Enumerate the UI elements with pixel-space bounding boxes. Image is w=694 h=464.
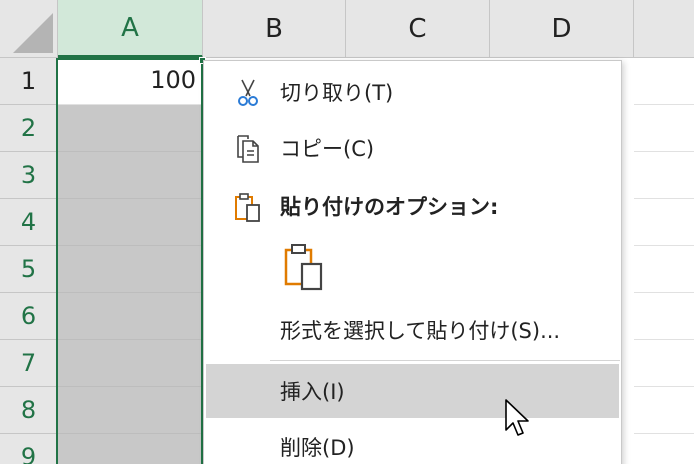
paste-option-default-button[interactable] xyxy=(282,241,328,293)
column-header-b[interactable]: B xyxy=(203,0,346,58)
select-all-button[interactable] xyxy=(0,0,58,58)
row-header-7[interactable]: 7 xyxy=(0,340,58,387)
cell-e6[interactable] xyxy=(634,293,694,340)
menu-item-insert[interactable]: 挿入(I) xyxy=(206,364,619,418)
cell-e3[interactable] xyxy=(634,152,694,199)
cell-e5[interactable] xyxy=(634,246,694,293)
cell-e4[interactable] xyxy=(634,199,694,246)
cell-a6[interactable] xyxy=(58,293,203,340)
row-header-9[interactable]: 9 xyxy=(0,434,58,464)
cell-e7[interactable] xyxy=(634,340,694,387)
column-header-c[interactable]: C xyxy=(346,0,490,58)
cell-a1[interactable]: 100 xyxy=(58,58,203,105)
mouse-pointer-icon xyxy=(505,399,529,436)
menu-item-label: 削除(D) xyxy=(280,436,355,460)
row-header-label: 6 xyxy=(20,302,37,330)
row-header-label: 2 xyxy=(20,114,37,142)
row-header-label: 1 xyxy=(20,67,37,95)
cell-value: 100 xyxy=(150,66,196,94)
row-header-label: 8 xyxy=(20,396,37,424)
scissors-icon xyxy=(238,79,258,106)
row-header-8[interactable]: 8 xyxy=(0,387,58,434)
cell-a3[interactable] xyxy=(58,152,203,199)
cell-e1[interactable] xyxy=(634,58,694,105)
column-header-label: A xyxy=(121,12,139,43)
cell-a4[interactable] xyxy=(58,199,203,246)
paste-icon xyxy=(235,193,260,222)
row-header-label: 9 xyxy=(20,443,37,464)
column-header-label: B xyxy=(265,13,283,44)
menu-item-label: 形式を選択して貼り付け(S)... xyxy=(280,319,561,343)
menu-item-paste-special[interactable]: 形式を選択して貼り付け(S)... xyxy=(206,303,619,357)
cell-e9[interactable] xyxy=(634,434,694,464)
column-header-label: C xyxy=(408,13,427,44)
row-header-label: 5 xyxy=(20,255,37,283)
menu-item-label: 挿入(I) xyxy=(280,380,345,404)
cell-e2[interactable] xyxy=(634,105,694,152)
menu-item-copy[interactable]: コピー(C) xyxy=(206,121,619,175)
column-header-e[interactable] xyxy=(634,0,694,58)
cell-e8[interactable] xyxy=(634,387,694,434)
context-menu: 切り取り(T) コピー(C) 貼り付けのオプション: 形式を選択して貼り付け(S… xyxy=(203,60,622,464)
menu-separator xyxy=(270,360,620,361)
menu-item-delete[interactable]: 削除(D) xyxy=(206,420,619,464)
row-header-label: 7 xyxy=(20,349,37,377)
copy-icon xyxy=(237,135,259,163)
menu-item-label: 切り取り(T) xyxy=(280,81,394,105)
cell-a8[interactable] xyxy=(58,387,203,434)
row-header-3[interactable]: 3 xyxy=(0,152,58,199)
select-all-triangle-icon xyxy=(13,13,53,53)
column-header-a[interactable]: A xyxy=(58,0,203,58)
cell-a7[interactable] xyxy=(58,340,203,387)
row-header-label: 3 xyxy=(20,161,37,189)
row-header-6[interactable]: 6 xyxy=(0,293,58,340)
row-header-5[interactable]: 5 xyxy=(0,246,58,293)
row-header-2[interactable]: 2 xyxy=(0,105,58,152)
row-header-1[interactable]: 1 xyxy=(0,58,58,105)
row-header-4[interactable]: 4 xyxy=(0,199,58,246)
column-header-d[interactable]: D xyxy=(490,0,634,58)
column-header-label: D xyxy=(551,13,572,44)
cell-a9[interactable] xyxy=(58,434,203,464)
row-header-label: 4 xyxy=(20,208,37,236)
cell-a2[interactable] xyxy=(58,105,203,152)
menu-item-cut[interactable]: 切り取り(T) xyxy=(206,65,619,119)
cell-a5[interactable] xyxy=(58,246,203,293)
menu-item-label: コピー(C) xyxy=(280,137,375,161)
menu-section-paste-options: 貼り付けのオプション: xyxy=(206,179,619,233)
menu-section-label: 貼り付けのオプション: xyxy=(280,195,499,219)
